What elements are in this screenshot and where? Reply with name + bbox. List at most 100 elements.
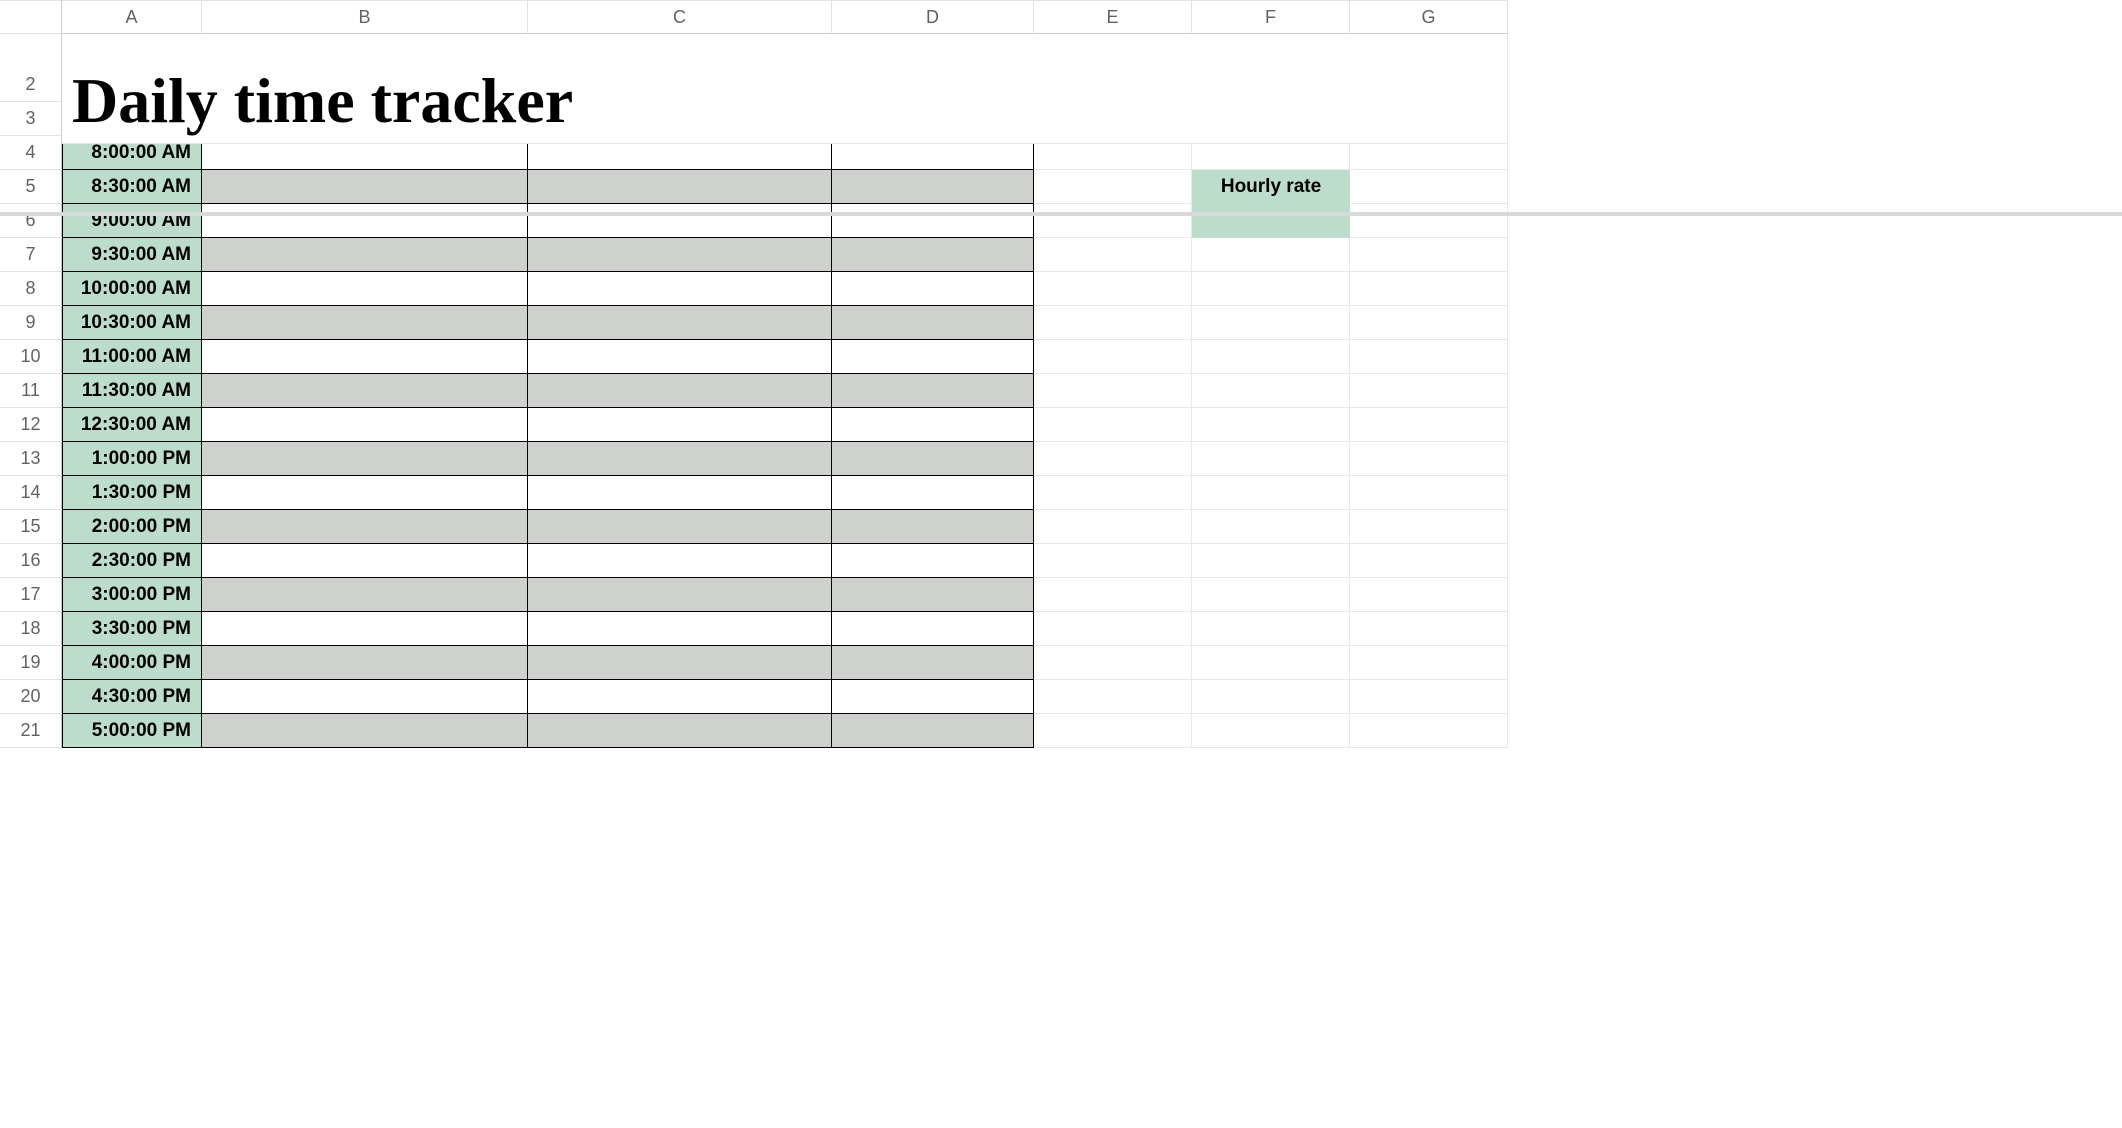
description-cell[interactable]: [528, 204, 832, 238]
activity-cell[interactable]: [202, 476, 528, 510]
cell-E20[interactable]: [1034, 680, 1192, 714]
total-hours-cell[interactable]: [832, 204, 1034, 238]
time-cell[interactable]: 5:00:00 PM: [62, 714, 202, 748]
cell-F12[interactable]: [1192, 408, 1350, 442]
cell-G18[interactable]: [1350, 612, 1508, 646]
cell-E5[interactable]: [1034, 170, 1192, 204]
activity-cell[interactable]: [202, 408, 528, 442]
cell-G6[interactable]: [1350, 204, 1508, 238]
description-cell[interactable]: [528, 238, 832, 272]
cell-G10[interactable]: [1350, 340, 1508, 374]
cell-E19[interactable]: [1034, 646, 1192, 680]
description-cell[interactable]: [528, 646, 832, 680]
total-hours-cell[interactable]: [832, 238, 1034, 272]
row-header-10[interactable]: 10: [0, 340, 62, 374]
cell-F18[interactable]: [1192, 612, 1350, 646]
time-cell[interactable]: 3:30:00 PM: [62, 612, 202, 646]
cell-E6[interactable]: [1034, 204, 1192, 238]
description-cell[interactable]: [528, 442, 832, 476]
total-hours-cell[interactable]: [832, 578, 1034, 612]
description-cell[interactable]: [528, 170, 832, 204]
cell-E7[interactable]: [1034, 238, 1192, 272]
row-header-8[interactable]: 8: [0, 272, 62, 306]
cell-F9[interactable]: [1192, 306, 1350, 340]
cell-F19[interactable]: [1192, 646, 1350, 680]
cell-E12[interactable]: [1034, 408, 1192, 442]
description-cell[interactable]: [528, 340, 832, 374]
time-cell[interactable]: 11:00:00 AM: [62, 340, 202, 374]
activity-cell[interactable]: [202, 714, 528, 748]
cell-F20[interactable]: [1192, 680, 1350, 714]
cell-G21[interactable]: [1350, 714, 1508, 748]
time-cell[interactable]: 2:30:00 PM: [62, 544, 202, 578]
row-header-18[interactable]: 18: [0, 612, 62, 646]
description-cell[interactable]: [528, 680, 832, 714]
total-hours-cell[interactable]: [832, 680, 1034, 714]
activity-cell[interactable]: [202, 238, 528, 272]
total-hours-cell[interactable]: [832, 646, 1034, 680]
cell-G11[interactable]: [1350, 374, 1508, 408]
total-hours-cell[interactable]: [832, 510, 1034, 544]
cell-G12[interactable]: [1350, 408, 1508, 442]
total-hours-cell[interactable]: [832, 340, 1034, 374]
time-cell[interactable]: 10:00:00 AM: [62, 272, 202, 306]
row-header-13[interactable]: 13: [0, 442, 62, 476]
column-header-A[interactable]: A: [62, 0, 202, 34]
time-cell[interactable]: 9:00:00 AM: [62, 204, 202, 238]
activity-cell[interactable]: [202, 646, 528, 680]
cell-F10[interactable]: [1192, 340, 1350, 374]
row-header-5[interactable]: 5: [0, 170, 62, 204]
cell-F21[interactable]: [1192, 714, 1350, 748]
time-cell[interactable]: 3:00:00 PM: [62, 578, 202, 612]
column-header-B[interactable]: B: [202, 0, 528, 34]
cell-G8[interactable]: [1350, 272, 1508, 306]
hourly-rate-label[interactable]: Hourly rate: [1192, 170, 1350, 204]
total-hours-cell[interactable]: [832, 272, 1034, 306]
activity-cell[interactable]: [202, 544, 528, 578]
activity-cell[interactable]: [202, 170, 528, 204]
cell-A1[interactable]: Daily time tracker: [62, 34, 1508, 144]
total-hours-cell[interactable]: [832, 170, 1034, 204]
time-cell[interactable]: 10:30:00 AM: [62, 306, 202, 340]
row-header-3[interactable]: 3: [0, 102, 62, 136]
cell-F7[interactable]: [1192, 238, 1350, 272]
row-header-9[interactable]: 9: [0, 306, 62, 340]
cell-E13[interactable]: [1034, 442, 1192, 476]
cell-G17[interactable]: [1350, 578, 1508, 612]
description-cell[interactable]: [528, 374, 832, 408]
cell-E18[interactable]: [1034, 612, 1192, 646]
time-cell[interactable]: 4:30:00 PM: [62, 680, 202, 714]
activity-cell[interactable]: [202, 510, 528, 544]
column-header-C[interactable]: C: [528, 0, 832, 34]
activity-cell[interactable]: [202, 442, 528, 476]
row-header-20[interactable]: 20: [0, 680, 62, 714]
cell-E9[interactable]: [1034, 306, 1192, 340]
total-hours-cell[interactable]: [832, 544, 1034, 578]
cell-G9[interactable]: [1350, 306, 1508, 340]
cell-E16[interactable]: [1034, 544, 1192, 578]
cell-F17[interactable]: [1192, 578, 1350, 612]
row-header-2[interactable]: 2: [0, 68, 62, 102]
cell-G19[interactable]: [1350, 646, 1508, 680]
cell-F14[interactable]: [1192, 476, 1350, 510]
column-header-D[interactable]: D: [832, 0, 1034, 34]
time-cell[interactable]: 4:00:00 PM: [62, 646, 202, 680]
hourly-rate-value[interactable]: [1192, 204, 1350, 238]
select-all-corner[interactable]: [0, 0, 62, 34]
cell-G7[interactable]: [1350, 238, 1508, 272]
cell-E21[interactable]: [1034, 714, 1192, 748]
total-hours-cell[interactable]: [832, 408, 1034, 442]
cell-F11[interactable]: [1192, 374, 1350, 408]
cell-E8[interactable]: [1034, 272, 1192, 306]
time-cell[interactable]: 9:30:00 AM: [62, 238, 202, 272]
row-header-21[interactable]: 21: [0, 714, 62, 748]
description-cell[interactable]: [528, 306, 832, 340]
description-cell[interactable]: [528, 612, 832, 646]
activity-cell[interactable]: [202, 306, 528, 340]
row-header-6[interactable]: 6: [0, 204, 62, 238]
description-cell[interactable]: [528, 272, 832, 306]
row-header-15[interactable]: 15: [0, 510, 62, 544]
total-hours-cell[interactable]: [832, 306, 1034, 340]
activity-cell[interactable]: [202, 612, 528, 646]
time-cell[interactable]: 11:30:00 AM: [62, 374, 202, 408]
